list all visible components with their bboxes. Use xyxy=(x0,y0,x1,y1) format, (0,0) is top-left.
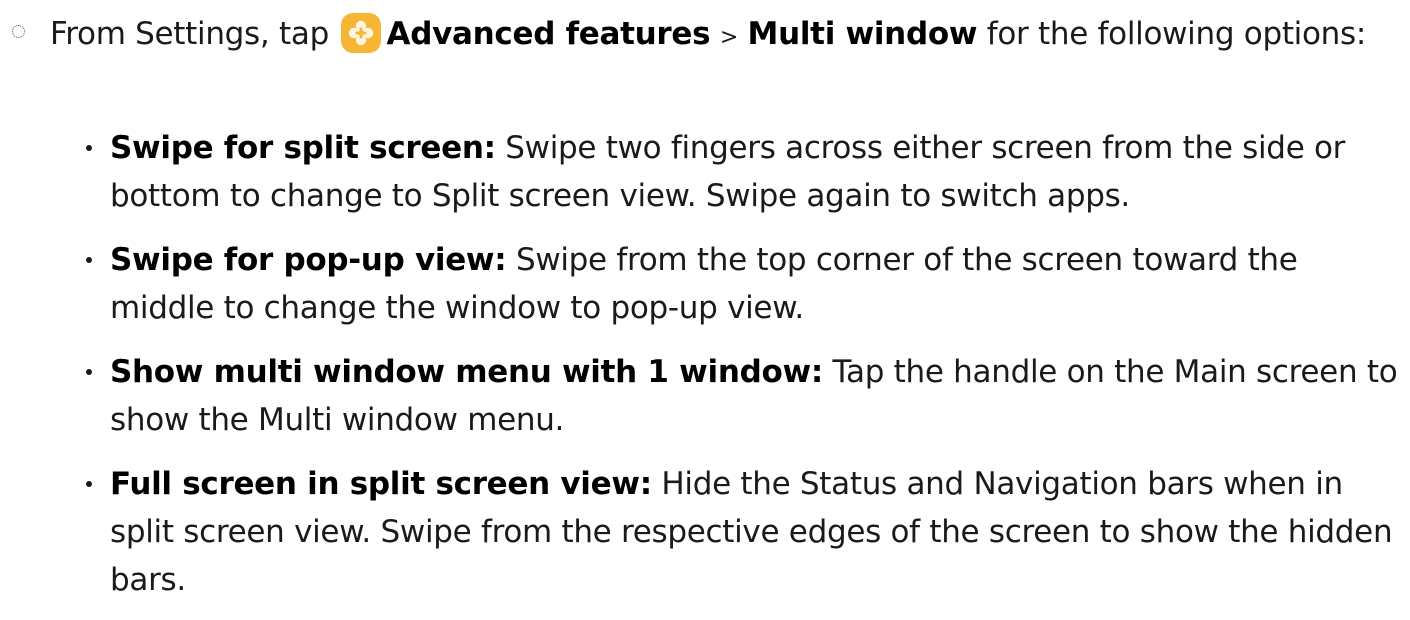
option-swipe-popup-view: Swipe for pop-up view: Swipe from the to… xyxy=(86,236,1400,332)
step-prefix: From Settings, tap xyxy=(50,16,329,52)
option-colon: : xyxy=(810,354,823,390)
step-instruction: From Settings, tap Advanced features > M… xyxy=(50,10,1390,62)
bullet-icon xyxy=(86,145,92,151)
bullet-icon xyxy=(86,369,92,375)
advanced-features-label: Advanced features xyxy=(386,16,711,52)
document-page: From Settings, tap Advanced features > M… xyxy=(0,0,1410,598)
option-title: Swipe for pop-up view xyxy=(110,242,495,278)
option-title: Show multi window menu with 1 window xyxy=(110,354,811,390)
option-colon: : xyxy=(483,130,496,166)
option-title: Full screen in split screen view xyxy=(110,466,640,502)
option-title: Swipe for split screen xyxy=(110,130,484,166)
option-full-screen-split-view: Full screen in split screen view: Hide t… xyxy=(86,460,1400,604)
option-colon: : xyxy=(494,242,507,278)
multi-window-label: Multi window xyxy=(747,16,978,52)
step-suffix: for the following options: xyxy=(986,16,1367,52)
advanced-features-plus-icon xyxy=(340,13,381,53)
bullet-icon xyxy=(86,481,92,487)
option-show-multi-window-menu: Show multi window menu with 1 window: Ta… xyxy=(86,348,1400,444)
menu-path-separator: > xyxy=(719,25,738,50)
step-marker-icon xyxy=(12,25,25,38)
options-list: Swipe for split screen: Swipe two finger… xyxy=(86,124,1400,620)
bullet-icon xyxy=(86,257,92,263)
option-colon: : xyxy=(639,466,652,502)
option-swipe-split-screen: Swipe for split screen: Swipe two finger… xyxy=(86,124,1400,220)
